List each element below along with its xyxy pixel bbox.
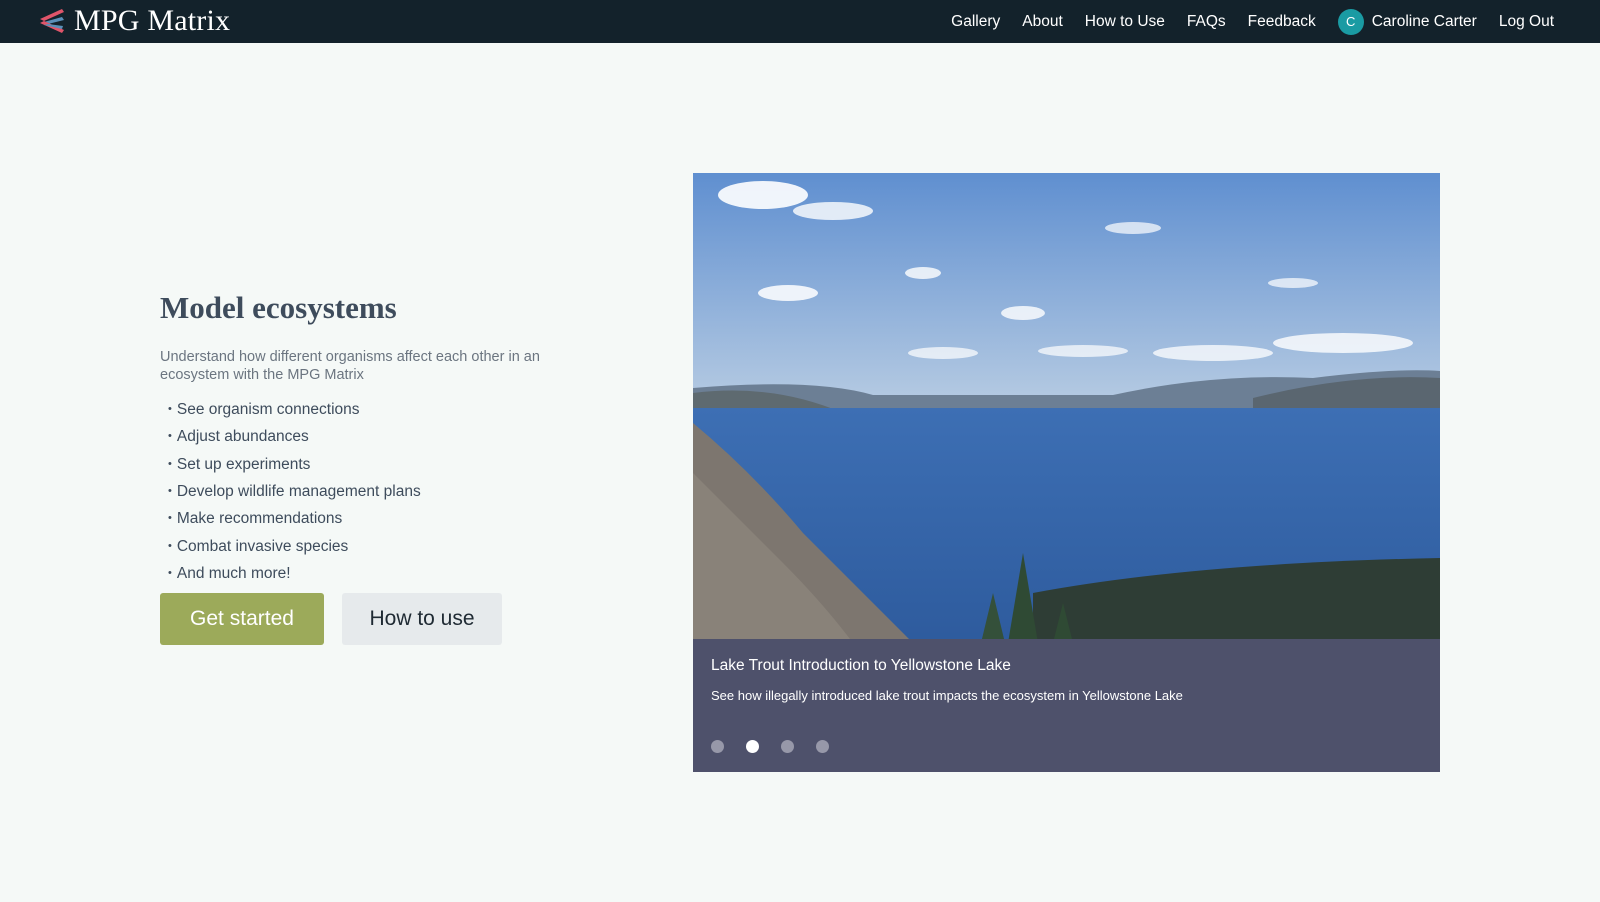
bullet-icon: • (168, 512, 172, 525)
logout-link[interactable]: Log Out (1499, 13, 1554, 31)
hero-subtitle: Understand how different organisms affec… (160, 349, 540, 383)
bullet-icon: • (168, 485, 172, 498)
feature-item: • See organism connections (168, 396, 610, 423)
feature-text: Develop wildlife management plans (176, 483, 421, 501)
hero-title: Model ecosystems (160, 290, 397, 325)
feature-text: Make recommendations (176, 510, 343, 528)
feature-list: • See organism connections • Adjust abunda… (168, 396, 610, 587)
bullet-icon: • (168, 403, 172, 416)
carousel-dot[interactable] (746, 740, 759, 753)
user-name: Caroline Carter (1371, 12, 1477, 30)
nav-how-to-use-link[interactable]: How to Use (1085, 13, 1165, 31)
nav-about-link[interactable]: About (1022, 13, 1063, 31)
slide-title: Lake Trout Introduction to Yellowstone L… (711, 657, 1011, 674)
feature-item: • Adjust abundances (168, 423, 610, 450)
image-carousel[interactable]: Lake Trout Introduction to Yellowstone L… (693, 173, 1440, 772)
feature-item: • Set up experiments (168, 451, 610, 478)
bullet-icon: • (168, 430, 172, 443)
nav-links: Gallery About How to Use FAQs Feedback C… (929, 0, 1554, 43)
nav-feedback-link[interactable]: Feedback (1248, 13, 1316, 31)
feature-item: • Develop wildlife management plans (168, 478, 610, 505)
feature-item: • Combat invasive species (168, 532, 610, 559)
bullet-icon: • (168, 539, 172, 552)
brand-home-link[interactable]: MPG Matrix (34, 4, 230, 38)
user-avatar: C (1337, 8, 1364, 35)
nav-gallery-link[interactable]: Gallery (951, 13, 1000, 31)
hero-section: Model ecosystems Understand how differen… (160, 290, 610, 646)
get-started-button[interactable]: Get started (160, 593, 324, 646)
carousel-indicators (711, 740, 829, 753)
feature-item: • And much more! (168, 560, 610, 587)
user-menu[interactable]: C Caroline Carter (1337, 8, 1477, 35)
feature-text: Set up experiments (176, 455, 311, 473)
top-navbar: MPG Matrix Gallery About How to Use FAQs… (0, 0, 1600, 43)
feature-text: And much more! (176, 564, 291, 582)
carousel-caption: Lake Trout Introduction to Yellowstone L… (693, 639, 1440, 772)
carousel-dot[interactable] (816, 740, 829, 753)
feature-text: Adjust abundances (176, 428, 309, 446)
feature-text: See organism connections (176, 401, 360, 419)
feature-item: • Make recommendations (168, 505, 610, 532)
slide-description: See how illegally introduced lake trout … (711, 688, 1183, 703)
hero-buttons: Get started How to use (160, 593, 610, 646)
carousel-dot[interactable] (781, 740, 794, 753)
how-to-use-button[interactable]: How to use (342, 593, 502, 646)
bullet-icon: • (168, 457, 172, 470)
feature-text: Combat invasive species (176, 537, 349, 555)
nav-faqs-link[interactable]: FAQs (1187, 13, 1226, 31)
bullet-icon: • (168, 566, 172, 579)
carousel-dot[interactable] (711, 740, 724, 753)
brand-name: MPG Matrix (74, 4, 231, 37)
chevron-stripes-logo-icon (40, 9, 64, 33)
